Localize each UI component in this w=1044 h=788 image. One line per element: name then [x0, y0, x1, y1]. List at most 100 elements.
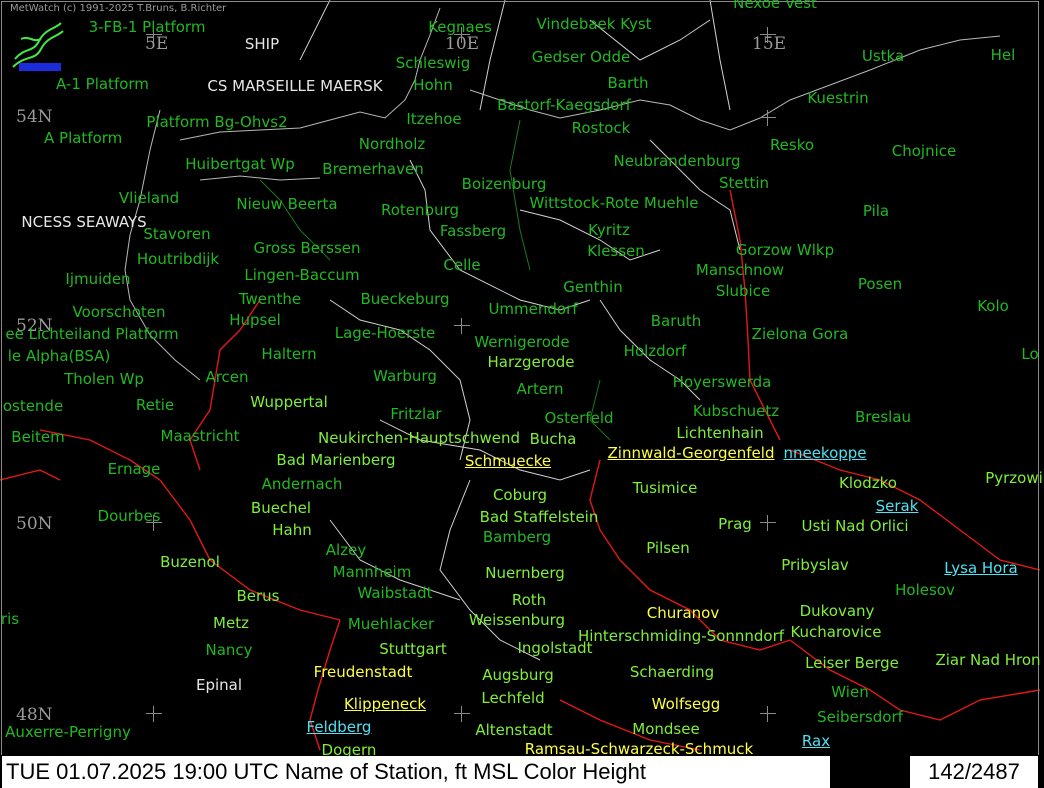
station-label[interactable]: Itzehoe — [406, 110, 461, 128]
station-label[interactable]: Hel — [991, 46, 1016, 64]
station-label[interactable]: Vlieland — [119, 189, 179, 207]
station-label[interactable]: Schleswig — [396, 54, 470, 72]
station-label[interactable]: Andernach — [262, 475, 343, 493]
station-label[interactable]: Fassberg — [440, 222, 506, 240]
station-label[interactable]: Resko — [770, 136, 814, 154]
station-label[interactable]: Nancy — [205, 641, 252, 659]
station-label[interactable]: Lechfeld — [481, 689, 544, 707]
station-label[interactable]: Waibstadt — [357, 584, 432, 602]
station-label[interactable]: Lage-Hoerste — [335, 324, 436, 342]
station-label[interactable]: Bueckeburg — [360, 290, 449, 308]
station-label[interactable]: ostende — [3, 397, 63, 415]
station-label[interactable]: Manschnow — [696, 261, 784, 279]
station-label[interactable]: Zinnwald-Georgenfeld — [608, 444, 775, 462]
station-label[interactable]: Stavoren — [143, 225, 210, 243]
station-label[interactable]: Bad Staffelstein — [480, 508, 599, 526]
weather-station-map[interactable]: 5E 10E 15E 54N 52N 50N 48N MetWatch (c) … — [0, 0, 1044, 788]
station-label[interactable]: Lysa Hora — [944, 559, 1017, 577]
station-label[interactable]: Bremerhaven — [322, 160, 423, 178]
page-counter[interactable]: 142/2487 — [910, 756, 1038, 788]
station-label[interactable]: Wernigerode — [474, 333, 569, 351]
station-label[interactable]: Dourbes — [98, 507, 161, 525]
station-label[interactable]: Muehlacker — [348, 615, 434, 633]
station-label[interactable]: Auxerre-Perrigny — [5, 723, 131, 741]
station-label[interactable]: Retie — [136, 396, 174, 414]
station-label[interactable]: Schmuecke — [465, 452, 551, 470]
station-label[interactable]: Pila — [863, 202, 889, 220]
station-label[interactable]: ee Lichteiland Platform — [5, 325, 178, 343]
station-label[interactable]: Celle — [443, 256, 480, 274]
station-label[interactable]: Rostock — [572, 119, 631, 137]
station-label[interactable]: Hoyerswerda — [673, 373, 772, 391]
station-label[interactable]: Houtribdijk — [137, 250, 219, 268]
station-label[interactable]: Bad Marienberg — [276, 451, 395, 469]
station-label[interactable]: Tholen Wp — [64, 370, 144, 388]
station-label[interactable]: Metz — [213, 614, 249, 632]
station-label[interactable]: Ijmuiden — [65, 270, 130, 288]
station-label[interactable]: Rotenburg — [381, 201, 459, 219]
station-label[interactable]: Klodzko — [839, 474, 897, 492]
station-label[interactable]: Usti Nad Orlici — [801, 517, 908, 535]
station-label[interactable]: Neubrandenburg — [613, 152, 740, 170]
station-label[interactable]: Wuppertal — [250, 393, 327, 411]
station-label[interactable]: Holzdorf — [624, 342, 687, 360]
station-label[interactable]: NCESS SEAWAYS — [21, 213, 146, 231]
station-label[interactable]: Rax — [802, 732, 830, 750]
station-label[interactable]: Klessen — [587, 242, 645, 260]
station-label[interactable]: Hohn — [413, 76, 452, 94]
station-label[interactable]: Beitem — [11, 428, 64, 446]
station-label[interactable]: Prag — [718, 515, 752, 533]
station-label[interactable]: Twenthe — [239, 290, 301, 308]
station-label[interactable]: Voorschoten — [73, 303, 166, 321]
station-label[interactable]: Stettin — [719, 174, 769, 192]
station-label[interactable]: Epinal — [196, 676, 242, 694]
station-label[interactable]: Maastricht — [161, 427, 240, 445]
station-label[interactable]: Nordholz — [359, 135, 426, 153]
station-label[interactable]: nneekoppe — [783, 444, 866, 462]
station-label[interactable]: Nuernberg — [485, 564, 565, 582]
station-label[interactable]: Nieuw Beerta — [236, 195, 337, 213]
station-label[interactable]: Breslau — [855, 408, 911, 426]
station-label[interactable]: Huibertgat Wp — [185, 155, 294, 173]
station-label[interactable]: Holesov — [895, 581, 955, 599]
station-label[interactable]: Ummendorf — [488, 300, 577, 318]
station-label[interactable]: Mondsee — [632, 720, 699, 738]
station-label[interactable]: Pribyslav — [781, 556, 849, 574]
station-label[interactable]: Ustka — [862, 47, 904, 65]
station-label[interactable]: SHIP — [245, 35, 279, 53]
station-label[interactable]: Barth — [607, 74, 648, 92]
station-label[interactable]: Kyritz — [588, 221, 630, 239]
station-label[interactable]: Bamberg — [483, 528, 551, 546]
station-label[interactable]: Warburg — [373, 367, 437, 385]
station-label[interactable]: Gross Berssen — [253, 239, 360, 257]
station-label[interactable]: Wolfsegg — [652, 695, 721, 713]
station-label[interactable]: Bucha — [530, 430, 577, 448]
station-label[interactable]: Wittstock-Rote Muehle — [529, 194, 698, 212]
station-label[interactable]: A Platform — [44, 129, 122, 147]
station-label[interactable]: Neukirchen-Hauptschwend — [318, 429, 520, 447]
station-label[interactable]: Boizenburg — [462, 175, 547, 193]
station-label[interactable]: Buechel — [251, 499, 311, 517]
station-label[interactable]: CS MARSEILLE MAERSK — [207, 77, 382, 95]
station-label[interactable]: le Alpha(BSA) — [8, 347, 111, 365]
station-label[interactable]: Gedser Odde — [532, 48, 630, 66]
station-label[interactable]: Bastorf-Kaegsdorf — [497, 96, 631, 114]
station-label[interactable]: Arcen — [205, 368, 248, 386]
station-label[interactable]: Hahn — [272, 521, 312, 539]
station-label[interactable]: Ernage — [108, 460, 161, 478]
station-label[interactable]: Kegnaes — [428, 18, 492, 36]
station-label[interactable]: A-1 Platform — [56, 75, 149, 93]
station-label[interactable]: Tusimice — [633, 479, 698, 497]
station-label[interactable]: Serak — [876, 497, 919, 515]
station-label[interactable]: Kucharovice — [790, 623, 881, 641]
station-label[interactable]: Platform Bg-Ohvs2 — [146, 113, 287, 131]
station-label[interactable]: Dukovany — [800, 602, 875, 620]
station-label[interactable]: Coburg — [493, 486, 547, 504]
station-label[interactable]: Genthin — [563, 278, 622, 296]
station-label[interactable]: Schaerding — [630, 663, 714, 681]
station-label[interactable]: Freudenstadt — [314, 663, 413, 681]
station-label[interactable]: Buzenol — [160, 553, 220, 571]
station-label[interactable]: Churanov — [647, 604, 719, 622]
station-label[interactable]: Lichtenhain — [676, 424, 763, 442]
station-label[interactable]: Leiser Berge — [805, 654, 899, 672]
